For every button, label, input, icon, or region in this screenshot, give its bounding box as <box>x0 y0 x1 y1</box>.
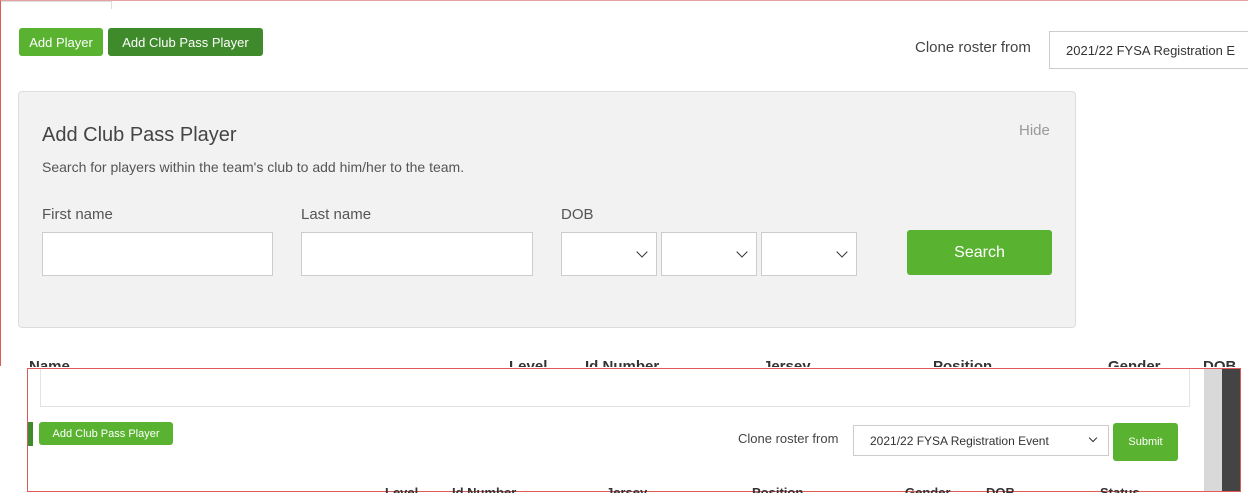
add-club-pass-player-button-2[interactable]: Add Club Pass Player <box>39 422 173 445</box>
submit-button[interactable]: Submit <box>1113 423 1178 461</box>
chevron-down-icon <box>636 246 648 258</box>
dob-day-select[interactable] <box>661 232 757 276</box>
header-dob: DOB <box>1203 358 1237 367</box>
panel-title: Add Club Pass Player <box>42 124 237 146</box>
clone-roster-label-2: Clone roster from <box>738 431 839 446</box>
header-id-number-2: Id Number <box>452 485 517 493</box>
last-name-label: Last name <box>301 206 372 223</box>
clone-roster-value: 2021/22 FYSA Registration E <box>1066 42 1236 58</box>
header-level-2: Level <box>385 485 419 493</box>
chevron-down-icon <box>1088 433 1098 443</box>
dob-month-select[interactable] <box>561 232 657 276</box>
bottom-screenshot-frame: Add Club Pass Player Clone roster from 2… <box>27 368 1241 492</box>
header-gender-2: Gender <box>905 485 951 493</box>
clone-roster-value-2: 2021/22 FYSA Registration Event <box>870 433 1049 448</box>
prior-section-box <box>40 369 1190 407</box>
header-name: Name <box>29 358 70 367</box>
add-club-pass-player-button[interactable]: Add Club Pass Player <box>108 28 263 56</box>
header-dob-2: DOB <box>986 485 1015 493</box>
header-id-number: Id Number <box>585 358 660 367</box>
top-screenshot-frame: Add Player Add Club Pass Player Clone ro… <box>0 0 1248 366</box>
tab-separator <box>111 1 112 9</box>
chevron-down-icon <box>736 246 748 258</box>
chevron-down-icon <box>836 246 848 258</box>
header-jersey: Jersey <box>763 358 811 367</box>
search-button[interactable]: Search <box>907 230 1052 275</box>
header-jersey-2: Jersey <box>606 485 648 493</box>
scroll-track <box>1204 369 1222 491</box>
hide-link[interactable]: Hide <box>1019 122 1050 139</box>
header-position-2: Position <box>752 485 804 493</box>
first-name-label: First name <box>42 206 113 223</box>
scrollbar[interactable] <box>1222 369 1240 491</box>
bottom-table-header: Level Id Number Jersey Position Gender D… <box>0 485 1248 493</box>
header-status-2: Status <box>1100 485 1140 493</box>
header-level: Level <box>509 358 548 367</box>
top-table-header: Name Level Id Number Jersey Position Gen… <box>0 358 1248 367</box>
header-gender: Gender <box>1108 358 1161 367</box>
add-club-pass-panel: Add Club Pass Player Hide Search for pla… <box>18 91 1076 328</box>
dob-year-select[interactable] <box>761 232 857 276</box>
first-name-input[interactable] <box>42 232 273 276</box>
clone-roster-select-2[interactable]: 2021/22 FYSA Registration Event <box>853 425 1109 456</box>
dob-label: DOB <box>561 206 594 223</box>
tab-border <box>1 1 111 2</box>
panel-description: Search for players within the team's clu… <box>42 159 465 175</box>
last-name-input[interactable] <box>301 232 533 276</box>
cut-off-button-edge <box>28 422 33 446</box>
clone-roster-select[interactable]: 2021/22 FYSA Registration E <box>1049 31 1248 69</box>
header-position: Position <box>933 358 993 367</box>
clone-roster-label: Clone roster from <box>915 39 1031 56</box>
add-player-button[interactable]: Add Player <box>19 28 103 56</box>
